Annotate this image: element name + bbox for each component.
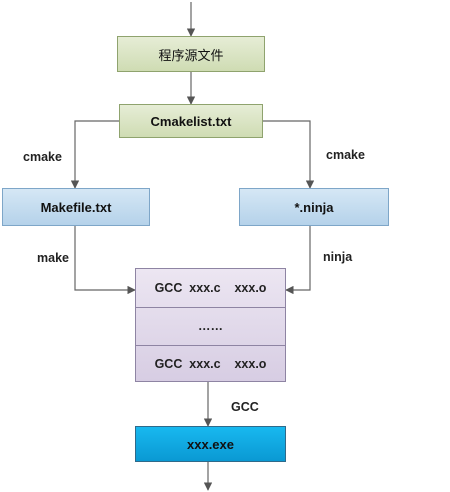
gcc-row-3-label: GCC xxx.c xxx.o [154,356,267,371]
label-ninja: ninja [323,250,353,264]
gcc-row-1-label: GCC xxx.c xxx.o [154,281,267,295]
connector-arrows [70,2,315,491]
flow-diagram: 程序源文件 Cmakelist.txt Makefile.txt *.ninja… [0,0,450,492]
node-source-files: 程序源文件 [117,36,265,72]
node-cmakelist-label: Cmakelist.txt [150,113,232,129]
arrow-cmakelist-to-ninja [263,120,315,189]
arrow-ninja-to-gcc [285,226,311,295]
gcc-row-3: GCC xxx.c xxx.o [136,345,285,382]
label-cmake-left: cmake [23,150,62,164]
arrow-makefile-to-gcc [74,226,136,295]
arrow-cmakelist-to-makefile [70,120,119,189]
node-ninja-file: *.ninja [239,188,389,226]
node-exe: xxx.exe [135,426,286,462]
node-makefile-label: Makefile.txt [40,199,112,215]
node-source-files-label: 程序源文件 [158,47,224,63]
node-gcc-compile: GCC xxx.c xxx.o …… GCC xxx.c xxx.o [135,268,286,382]
node-ninja-file-label: *.ninja [294,199,334,215]
node-cmakelist: Cmakelist.txt [119,104,263,138]
node-makefile: Makefile.txt [2,188,150,226]
label-gcc: GCC [231,400,259,414]
gcc-row-2: …… [136,307,285,345]
node-exe-label: xxx.exe [187,436,234,452]
gcc-ellipsis: …… [198,319,223,333]
label-make: make [37,251,69,265]
label-cmake-right: cmake [326,148,365,162]
gcc-row-1: GCC xxx.c xxx.o [136,269,285,307]
